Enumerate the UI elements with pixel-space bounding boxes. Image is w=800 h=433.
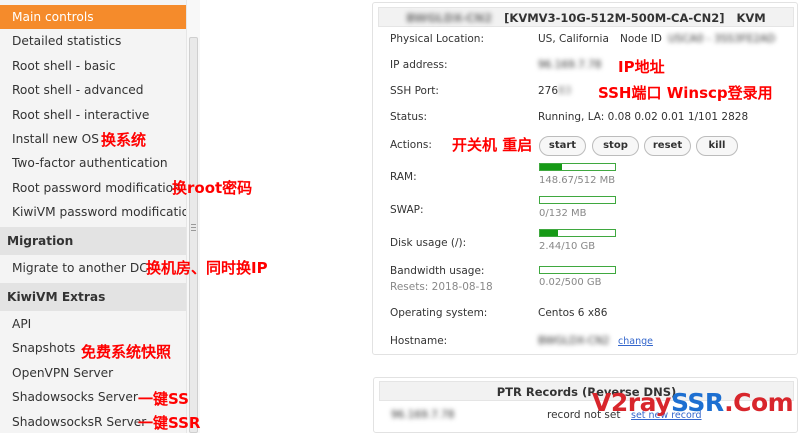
swap-usage-bar [539,196,616,204]
ssh-port-blurred: 83 [558,85,572,97]
disk-usage-fill [540,230,559,236]
annotation-root-password: 换root密码 [172,179,253,197]
annotation-migrate: 换机房、同时换IP [146,259,268,277]
disk-label: Disk usage (/): [390,237,467,249]
status-value: Running, LA: 0.08 0.02 0.01 1/101 2828 [538,111,749,123]
ram-usage-bar [539,163,616,171]
node-id-label: Node ID [620,33,662,45]
panel-plan: [KVMV3-10G-512M-500M-CA-CN2] [504,11,725,25]
os-value: Centos 6 x86 [538,307,608,319]
watermark-logo: V2raySSR.Com [592,388,794,417]
stop-button[interactable]: stop [592,136,639,156]
start-button[interactable]: start [539,136,586,156]
annotation-actions: 开关机 重启 [452,136,533,154]
panel-hostname-blurred: BWGLDX-CN2 [406,11,493,25]
sidebar-scrollbar[interactable] [186,0,200,433]
annotation-install-os: 换系统 [101,131,147,149]
reset-button[interactable]: reset [644,136,691,156]
disk-usage-text: 2.44/10 GB [539,241,596,252]
status-label: Status: [390,111,427,123]
sidebar-section-migration: Migration [0,227,186,255]
change-hostname-link[interactable]: change [618,335,653,347]
os-label: Operating system: [390,307,488,319]
ip-label: IP address: [390,59,448,71]
ram-label: RAM: [390,171,417,183]
ip-value: 96.169.7.78 [538,59,602,71]
location-value: US, California [538,33,609,45]
ssh-port-value: 27683 [538,85,572,97]
sidebar-item-api[interactable]: API [0,312,186,336]
ram-usage-text: 148.67/512 MB [539,175,616,186]
annotation-snapshots: 免费系统快照 [81,343,172,361]
disk-usage-bar [539,229,616,237]
swap-label: SWAP: [390,204,424,216]
sidebar-item-root-shell-interactive[interactable]: Root shell - interactive [0,103,186,127]
sidebar-item-kiwivm-password[interactable]: KiwiVM password modification [0,200,197,224]
hostname-value: BWGLDX-CN2 [538,335,610,347]
annotation-ssh-port: SSH端口 Winscp登录用 [598,84,773,102]
bandwidth-usage-text: 0.02/500 GB [539,277,602,288]
sidebar-item-main-controls[interactable]: Main controls [0,5,186,30]
hostname-label: Hostname: [390,335,448,347]
annotation-ip: IP地址 [618,58,665,76]
panel-title: BWGLDX-CN2 [KVMV3-10G-512M-500M-CA-CN2] … [378,7,794,27]
sidebar-item-install-new-os[interactable]: Install new OS [0,127,186,151]
sidebar-section-kiwivm-extras: KiwiVM Extras [0,283,186,311]
grip-icon [191,224,196,231]
ssh-port-label: SSH Port: [390,85,439,97]
kill-button[interactable]: kill [696,136,738,156]
annotation-ssr: 一键SSR [138,414,201,432]
node-id-value: USCA0 - 3SS3FE2AD [668,33,776,45]
swap-usage-text: 0/132 MB [539,208,587,219]
sidebar: Main controls Detailed statistics Root s… [0,0,197,433]
sidebar-item-two-factor-auth[interactable]: Two-factor authentication [0,151,186,175]
ptr-ip: 96.169.7.78 [391,409,455,421]
sidebar-item-detailed-statistics[interactable]: Detailed statistics [0,29,186,53]
bandwidth-usage-bar [539,266,616,274]
annotation-ss: 一键SS [138,390,189,408]
panel-virt: KVM [736,11,766,25]
sidebar-item-root-shell-basic[interactable]: Root shell - basic [0,54,186,78]
sidebar-item-root-password[interactable]: Root password modification [0,176,186,200]
bandwidth-resets: Resets: 2018-08-18 [390,281,493,293]
actions-label: Actions: [390,139,432,151]
sidebar-item-root-shell-advanced[interactable]: Root shell - advanced [0,78,186,102]
vps-info-panel: BWGLDX-CN2 [KVMV3-10G-512M-500M-CA-CN2] … [372,2,798,355]
sidebar-item-openvpn[interactable]: OpenVPN Server [0,361,186,385]
bandwidth-label: Bandwidth usage: [390,265,485,277]
ram-usage-fill [540,164,562,170]
location-label: Physical Location: [390,33,484,45]
scrollbar-thumb[interactable] [189,37,198,433]
